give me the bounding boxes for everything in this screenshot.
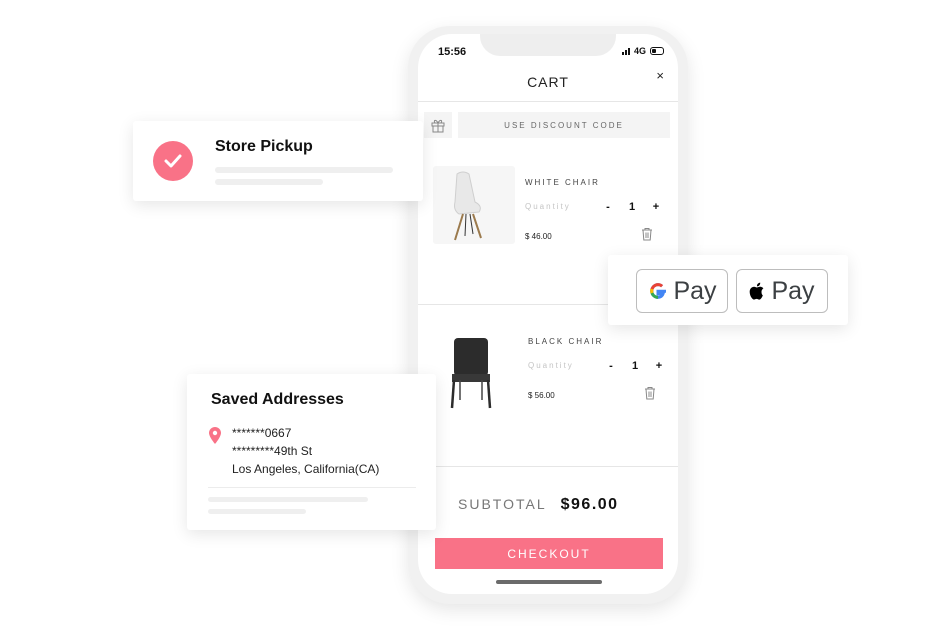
gift-icon[interactable] [424, 112, 452, 138]
subtotal-label: SUBTOTAL [458, 496, 547, 512]
google-logo-icon [650, 283, 667, 299]
address-line: Los Angeles, California(CA) [232, 462, 380, 476]
quantity-label: Quantity [525, 202, 571, 211]
quantity-stepper: - 1 + [596, 201, 668, 213]
saved-addresses-title: Saved Addresses [211, 391, 344, 408]
apple-pay-button[interactable]: Pay [736, 269, 828, 313]
page-title: CART [527, 74, 569, 90]
white-chair-image [433, 166, 515, 244]
signal-icon [621, 47, 630, 55]
battery-icon [650, 47, 664, 55]
google-pay-button[interactable]: Pay [636, 269, 728, 313]
quantity-value: 1 [631, 360, 639, 372]
subtotal-value: $96.00 [560, 496, 619, 513]
checkout-button[interactable]: CHECKOUT [435, 538, 663, 569]
network-label: 4G [633, 46, 646, 56]
subtotal-divider [418, 466, 678, 467]
check-icon [153, 141, 193, 181]
payment-options-card: Pay Pay [608, 255, 848, 325]
item-price: $ 56.00 [528, 391, 555, 400]
home-indicator [496, 580, 602, 584]
placeholder-line [208, 509, 306, 514]
status-indicators: 4G [621, 46, 664, 56]
google-pay-label: Pay [673, 276, 717, 305]
increase-quantity-button[interactable]: + [644, 201, 668, 213]
close-icon[interactable]: × [656, 68, 664, 83]
decrease-quantity-button[interactable]: - [599, 360, 623, 372]
phone-notch [480, 34, 616, 56]
status-time: 15:56 [438, 46, 467, 58]
item-name: WHITE CHAIR [525, 178, 600, 187]
trash-icon[interactable] [644, 386, 656, 400]
header-divider [418, 101, 678, 102]
discount-code-button[interactable]: USE DISCOUNT CODE [458, 112, 670, 138]
saved-addresses-card[interactable]: Saved Addresses *******0667 *********49t… [187, 374, 436, 530]
black-chair-image [436, 334, 518, 412]
item-price: $ 46.00 [525, 232, 552, 241]
placeholder-line [208, 497, 368, 502]
address-line: *********49th St [232, 444, 313, 458]
location-pin-icon [209, 427, 221, 444]
placeholder-line [215, 179, 323, 185]
increase-quantity-button[interactable]: + [647, 360, 671, 372]
quantity-label: Quantity [528, 361, 574, 370]
address-line: *******0667 [232, 426, 292, 440]
item-name: BLACK CHAIR [528, 337, 604, 346]
address-divider [208, 487, 416, 488]
placeholder-line [215, 167, 393, 173]
store-pickup-card[interactable]: Store Pickup [133, 121, 423, 201]
apple-pay-label: Pay [771, 276, 815, 305]
quantity-stepper: - 1 + [599, 360, 671, 372]
decrease-quantity-button[interactable]: - [596, 201, 620, 213]
trash-icon[interactable] [641, 227, 653, 241]
subtotal: SUBTOTAL $96.00 [458, 496, 619, 514]
store-pickup-title: Store Pickup [215, 138, 313, 155]
apple-logo-icon [750, 282, 764, 300]
quantity-value: 1 [628, 201, 636, 213]
